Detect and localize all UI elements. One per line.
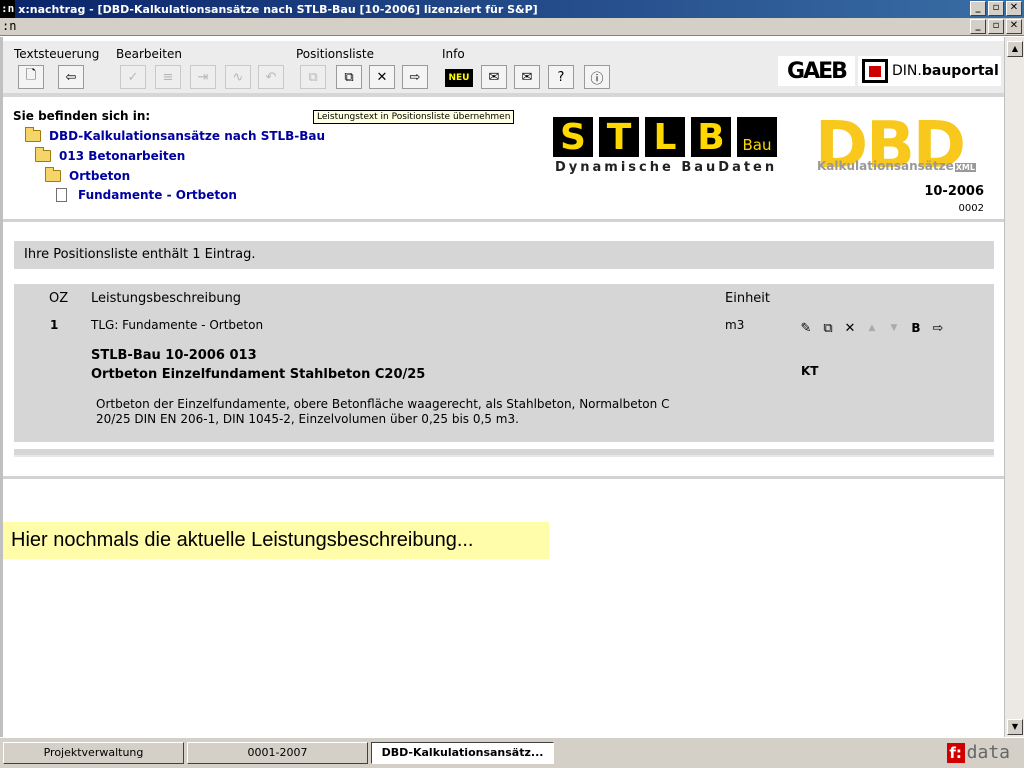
- col-oz: OZ: [49, 291, 69, 306]
- stlb-letter: T: [599, 117, 639, 158]
- vertical-scrollbar[interactable]: ▲ ▼: [1004, 37, 1024, 737]
- col-unit: Einheit: [725, 291, 771, 306]
- fdata-logo: f: data: [946, 742, 1010, 763]
- menu-textsteuerung[interactable]: Textsteuerung: [14, 47, 99, 61]
- mdi-restore-button[interactable]: ▫: [988, 19, 1004, 34]
- info-icon[interactable]: ⓘ: [584, 65, 610, 89]
- fdata-f-icon: f:: [946, 742, 965, 763]
- info-banner: Hier nochmals die aktuelle Leistungsbesc…: [3, 522, 549, 559]
- breadcrumb-item-betonarbeiten[interactable]: 013 Betonarbeiten: [35, 147, 185, 163]
- task-projektverwaltung[interactable]: Projektverwaltung: [3, 742, 184, 764]
- position-list-summary: Ihre Positionsliste enthält 1 Eintrag.: [14, 241, 994, 269]
- stlb-letter: B: [691, 117, 731, 158]
- breadcrumb-item-fundamente[interactable]: Fundamente - Ortbeton: [56, 188, 237, 202]
- row-code: STLB-Bau 10-2006 013: [91, 348, 257, 363]
- mdi-badge: :n: [2, 19, 17, 33]
- menu-positionsliste[interactable]: Positionsliste: [296, 47, 374, 61]
- stlb-logo: S T L B Bau: [553, 117, 777, 158]
- fdata-text: data: [966, 742, 1010, 763]
- table-footer-line: [14, 455, 994, 457]
- edit-pencil-icon[interactable]: ✎: [798, 320, 814, 336]
- spellcheck-icon[interactable]: ∿: [225, 65, 251, 89]
- col-description: Leistungsbeschreibung: [91, 291, 242, 306]
- exit-door-icon[interactable]: ⇦: [58, 65, 84, 89]
- delete-icon[interactable]: ✕: [369, 65, 395, 89]
- menu-bearbeiten[interactable]: Bearbeiten: [116, 47, 182, 61]
- delete-row-icon[interactable]: ✕: [842, 320, 858, 336]
- mdi-close-button[interactable]: ✕: [1006, 19, 1022, 34]
- export-to-list-icon[interactable]: ⇨: [402, 65, 428, 89]
- new-document-icon[interactable]: 🗋: [18, 65, 44, 89]
- copy-add-icon[interactable]: ⧉: [820, 320, 836, 336]
- gaeb-logo: GAEB: [778, 56, 855, 86]
- breadcrumb-heading: Sie befinden sich in:: [13, 109, 151, 123]
- row-long-text-2: 20/25 DIN EN 206-1, DIN 1045-2, Einzelvo…: [96, 412, 519, 426]
- toolbar: Textsteuerung Bearbeiten Positionsliste …: [3, 41, 1004, 97]
- stlb-subtitle: Dynamische BauDaten: [555, 160, 778, 175]
- mdi-bar: :n _ ▫ ✕: [0, 18, 1024, 36]
- window-title: x:nachtrag - [DBD-Kalkulationsansätze na…: [18, 2, 538, 16]
- dbd-subtitle: Kalkulationsansätze XML: [817, 159, 976, 173]
- breadcrumb-item-ortbeton[interactable]: Ortbeton: [45, 167, 130, 183]
- document-icon: [56, 188, 67, 202]
- folder-icon: [45, 167, 61, 182]
- tooltip: Leistungstext in Positionsliste übernehm…: [313, 110, 515, 124]
- undo-icon[interactable]: ↶: [258, 65, 284, 89]
- mdi-minimize-button[interactable]: _: [970, 19, 986, 34]
- din-square-icon: [862, 59, 888, 83]
- breadcrumb-item-dbd[interactable]: DBD-Kalkulationsansätze nach STLB-Bau: [25, 127, 325, 143]
- folder-icon: [25, 127, 41, 142]
- din-prefix: DIN: [892, 63, 918, 79]
- b-button[interactable]: B: [908, 320, 924, 336]
- app-badge: :n: [0, 0, 16, 18]
- stlb-bau: Bau: [737, 117, 777, 157]
- row-short-text: Ortbeton Einzelfundament Stahlbeton C20/…: [91, 367, 426, 382]
- stlb-letter: L: [645, 117, 685, 158]
- din-bauportal-logo: DIN.bauportal: [858, 56, 1001, 86]
- export-row-icon[interactable]: ⇨: [930, 320, 946, 336]
- mail-icon[interactable]: ✉: [481, 65, 507, 89]
- row-actions: ✎ ⧉ ✕ ▲ ▼ B ⇨: [798, 320, 946, 336]
- new-items-icon[interactable]: NEU: [445, 69, 473, 87]
- task-0001-2007[interactable]: 0001-2007: [187, 742, 368, 764]
- din-suffix: bauportal: [921, 63, 999, 79]
- stlb-letter: S: [553, 117, 593, 158]
- row-tlg: TLG: Fundamente - Ortbeton: [91, 318, 264, 332]
- close-button[interactable]: ✕: [1006, 1, 1022, 16]
- forward-icon[interactable]: ⇥: [190, 65, 216, 89]
- list-indent-icon[interactable]: ≡: [155, 65, 181, 89]
- help-icon[interactable]: ?: [548, 65, 574, 89]
- folder-icon: [35, 147, 51, 162]
- copy-document-icon[interactable]: ⧉: [336, 65, 362, 89]
- kt-button[interactable]: KT: [801, 364, 818, 378]
- divider: [3, 476, 1004, 479]
- minimize-button[interactable]: _: [970, 1, 986, 16]
- move-down-icon[interactable]: ▼: [886, 320, 902, 336]
- restore-button[interactable]: ▫: [988, 1, 1004, 16]
- menu-info[interactable]: Info: [442, 47, 465, 61]
- scroll-down-icon[interactable]: ▼: [1007, 719, 1023, 735]
- row-long-text-1: Ortbeton der Einzelfundamente, obere Bet…: [96, 397, 670, 411]
- task-dbd[interactable]: DBD-Kalkulationsansätz...: [371, 742, 554, 764]
- mdi-controls: _ ▫ ✕: [970, 19, 1022, 34]
- position-table: OZ Leistungsbeschreibung Einheit 1 TLG: …: [14, 284, 994, 442]
- version-label: 10-2006: [924, 184, 984, 199]
- content-frame: Textsteuerung Bearbeiten Positionsliste …: [0, 37, 1004, 737]
- breadcrumb: Sie befinden sich in:: [13, 109, 150, 123]
- divider: [3, 219, 1004, 222]
- window-controls: _ ▫ ✕: [970, 1, 1022, 16]
- mail-alt-icon[interactable]: ✉: [514, 65, 540, 89]
- row-unit: m3: [725, 318, 745, 332]
- row-oz: 1: [50, 318, 59, 332]
- xml-badge: XML: [954, 163, 976, 172]
- move-up-icon[interactable]: ▲: [864, 320, 880, 336]
- title-bar: :n x:nachtrag - [DBD-Kalkulationsansätze…: [0, 0, 1024, 18]
- copy-disabled-icon[interactable]: ⧉: [300, 65, 326, 89]
- taskbar: Projektverwaltung 0001-2007 DBD-Kalkulat…: [0, 737, 1024, 768]
- scroll-up-icon[interactable]: ▲: [1007, 41, 1023, 57]
- check-text-icon[interactable]: ✓: [120, 65, 146, 89]
- version-sub-label: 0002: [958, 203, 984, 214]
